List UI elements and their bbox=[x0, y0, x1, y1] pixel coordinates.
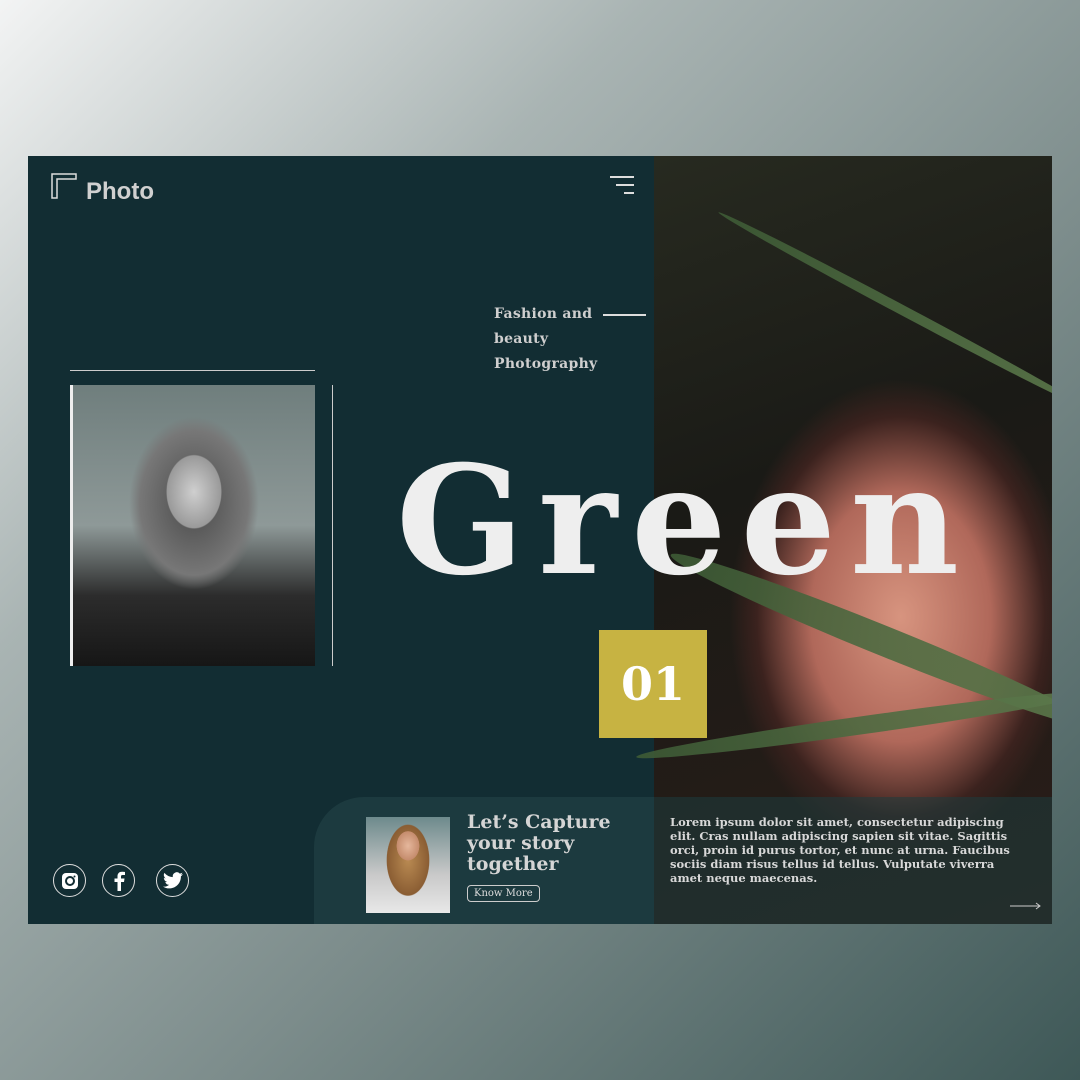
divider bbox=[70, 370, 315, 371]
logo-icon bbox=[51, 173, 77, 199]
divider bbox=[332, 385, 333, 666]
divider bbox=[603, 314, 646, 316]
slide-number: 01 bbox=[599, 630, 707, 738]
capture-panel: Let’s Capture your story together Know Mor… bbox=[314, 797, 654, 924]
tagline: Fashion and beauty Photography bbox=[494, 306, 598, 372]
thumbnail-photo bbox=[366, 817, 450, 913]
facebook-icon[interactable] bbox=[102, 864, 135, 897]
know-more-button[interactable]: Know More bbox=[467, 885, 540, 902]
portrait-photo bbox=[70, 385, 315, 666]
landing-card: Photo Fashion and beauty Photography Green… bbox=[28, 156, 1052, 924]
description-text: Lorem ipsum dolor sit amet, consectetur … bbox=[670, 815, 1010, 885]
instagram-icon[interactable] bbox=[53, 864, 86, 897]
capture-title: Let’s Capture your story together bbox=[467, 811, 611, 875]
hero-title: Green bbox=[396, 433, 974, 609]
description-panel: Lorem ipsum dolor sit amet, consectetur … bbox=[654, 797, 1052, 924]
menu-icon[interactable] bbox=[610, 176, 634, 194]
arrow-right-icon[interactable] bbox=[1010, 902, 1042, 910]
twitter-icon[interactable] bbox=[156, 864, 189, 897]
logo-text: Photo bbox=[86, 178, 154, 205]
